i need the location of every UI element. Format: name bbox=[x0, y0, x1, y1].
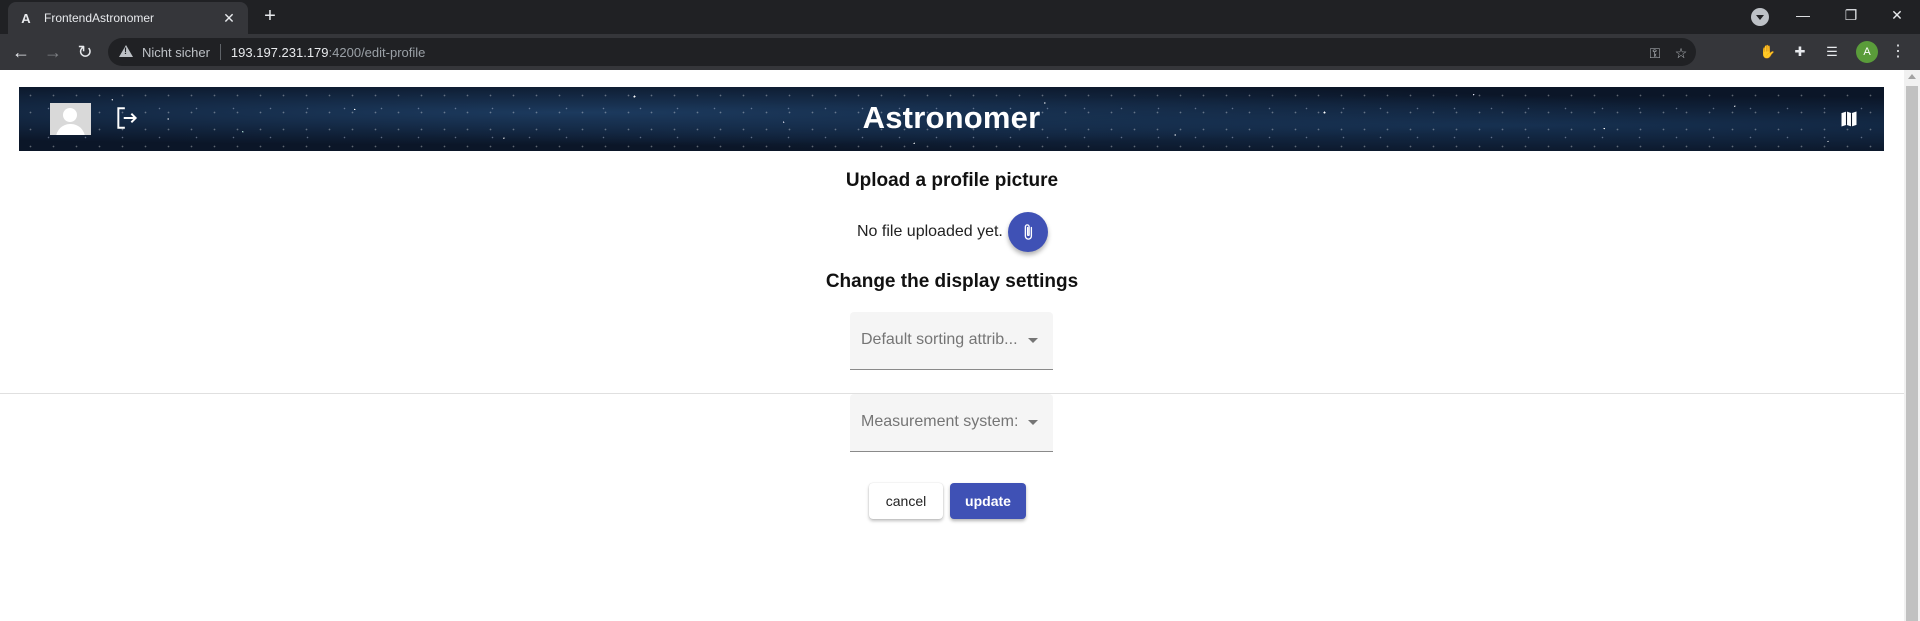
measurement-system-placeholder: Measurement system: bbox=[861, 413, 1019, 430]
new-tab-button[interactable]: + bbox=[258, 5, 282, 29]
tab-close-icon[interactable]: ✕ bbox=[220, 10, 238, 27]
upload-section-title: Upload a profile picture bbox=[845, 170, 1059, 191]
back-icon[interactable]: ← bbox=[9, 40, 33, 64]
map-icon[interactable] bbox=[1839, 109, 1859, 129]
page-viewport: Astronomer Upload a profile picture No f… bbox=[0, 70, 1904, 621]
page-scrollbar[interactable] bbox=[1904, 70, 1920, 621]
upload-row: No file uploaded yet. bbox=[857, 212, 1048, 252]
url-host: 193.197.231.179 bbox=[230, 44, 329, 60]
star-icon[interactable]: ☆ bbox=[1672, 44, 1690, 62]
attach-file-button[interactable] bbox=[1007, 212, 1048, 252]
minimize-icon[interactable]: — bbox=[1780, 0, 1826, 30]
cancel-button[interactable]: cancel bbox=[869, 483, 943, 519]
app-header: Astronomer bbox=[19, 87, 1884, 151]
key-icon[interactable]: ⚿ bbox=[1646, 44, 1664, 62]
browser-profile-avatar[interactable]: A bbox=[1856, 41, 1878, 63]
tab-search-icon[interactable] bbox=[1751, 8, 1769, 26]
paperclip-icon bbox=[1024, 224, 1032, 240]
browser-menu-icon[interactable]: ⋮ bbox=[1890, 41, 1906, 63]
reading-list-icon[interactable]: ☰ bbox=[1823, 43, 1841, 61]
url-path: :4200/edit-profile bbox=[328, 44, 426, 60]
display-settings-title: Change the display settings bbox=[825, 271, 1079, 292]
dropdown-arrow-icon bbox=[1028, 338, 1038, 343]
address-bar[interactable]: Nicht sicher 193.197.231.179 :4200/edit-… bbox=[108, 38, 1696, 66]
angular-favicon-icon: A bbox=[21, 10, 31, 26]
dropdown-arrow-icon bbox=[1028, 420, 1038, 425]
hand-extension-icon[interactable]: ✋ bbox=[1759, 43, 1777, 61]
update-button[interactable]: update bbox=[950, 483, 1026, 519]
default-sorting-select[interactable]: Default sorting attrib... bbox=[850, 312, 1053, 370]
close-window-icon[interactable]: ✕ bbox=[1874, 0, 1920, 30]
brand-title: Astronomer bbox=[862, 100, 1041, 135]
scroll-thumb[interactable] bbox=[1906, 86, 1918, 621]
browser-tab[interactable]: A FrontendAstronomer ✕ bbox=[8, 2, 248, 34]
browser-tab-bar: A FrontendAstronomer ✕ + — ❐ ✕ bbox=[0, 0, 1920, 34]
omnibox-divider bbox=[219, 44, 221, 60]
reload-icon[interactable]: ↻ bbox=[73, 40, 97, 64]
measurement-system-select[interactable]: Measurement system: bbox=[850, 394, 1053, 452]
warning-icon bbox=[118, 44, 134, 60]
scroll-up-arrow-icon[interactable] bbox=[1908, 74, 1916, 79]
upload-status-text: No file uploaded yet. bbox=[857, 223, 1003, 240]
tab-title: FrontendAstronomer bbox=[44, 11, 155, 25]
security-status[interactable]: Nicht sicher bbox=[142, 45, 210, 60]
default-sorting-placeholder: Default sorting attrib... bbox=[861, 331, 1018, 348]
forward-icon[interactable]: → bbox=[41, 40, 65, 64]
puzzle-icon[interactable]: ✚ bbox=[1791, 43, 1809, 61]
browser-toolbar: ← → ↻ Nicht sicher 193.197.231.179 :4200… bbox=[0, 34, 1920, 70]
restore-icon[interactable]: ❐ bbox=[1828, 0, 1874, 30]
